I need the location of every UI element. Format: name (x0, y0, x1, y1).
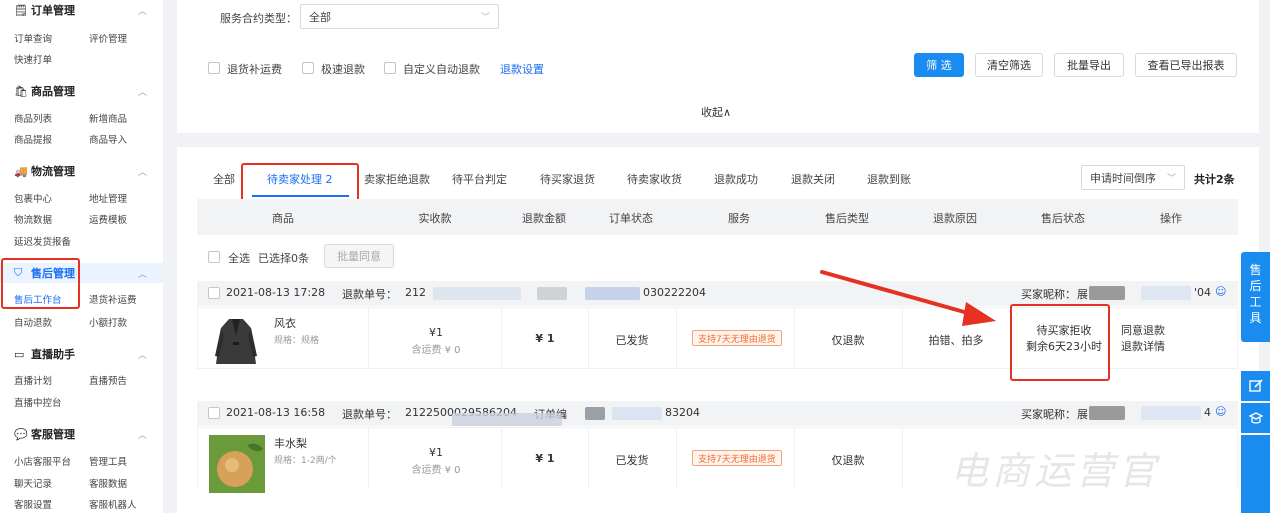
edit-icon[interactable] (1241, 371, 1270, 401)
aftersale-tools-label: 售后工具 (1249, 263, 1262, 325)
annotation-arrow (820, 270, 996, 326)
aftersale-tools-button[interactable]: 售后工具 (1241, 252, 1270, 342)
graduation-cap-icon[interactable] (1241, 403, 1270, 433)
float-more-button[interactable] (1241, 435, 1270, 513)
watermark-logo: 电商运营官 (950, 449, 1161, 493)
